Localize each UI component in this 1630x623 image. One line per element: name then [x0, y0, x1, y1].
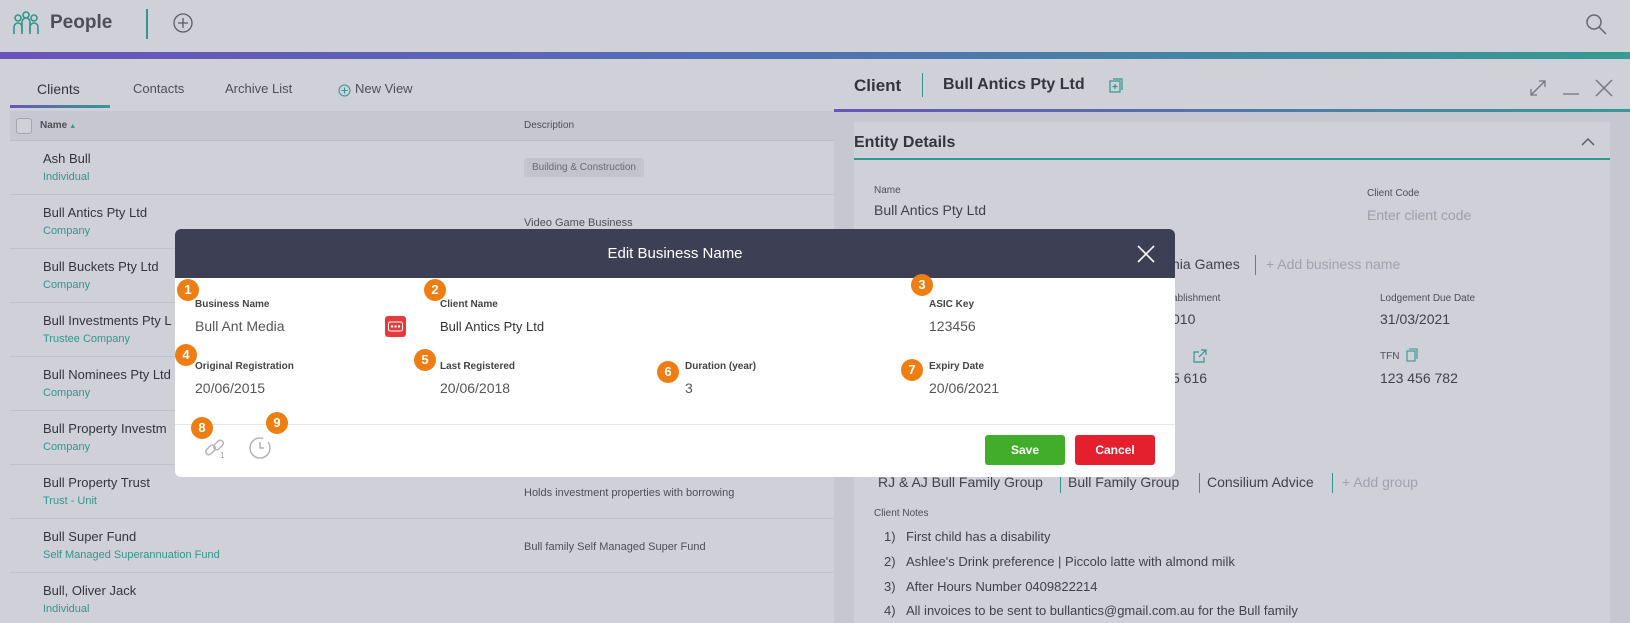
close-icon[interactable] [1137, 245, 1155, 263]
save-button[interactable]: Save [985, 435, 1065, 465]
expiry-date-input[interactable]: 20/06/2021 [929, 380, 999, 396]
business-name-label: Business Name [195, 299, 270, 310]
edit-business-name-dialog: Edit Business Name 1 Business Name Bull … [175, 229, 1175, 477]
asic-key-input[interactable]: 123456 [929, 318, 976, 334]
last-registered-label: Last Registered [440, 361, 516, 372]
cancel-button[interactable]: Cancel [1075, 435, 1155, 465]
callout-marker-2: 2 [424, 279, 446, 301]
callout-marker-4: 4 [175, 344, 197, 366]
expiry-date-label: Expiry Date [929, 361, 985, 372]
client-name-label: Client Name [440, 299, 498, 310]
duration-label: Duration (year) [685, 361, 757, 372]
callout-marker-3: 3 [911, 274, 933, 296]
callout-marker-5: 5 [414, 349, 436, 371]
client-name-value: Bull Antics Pty Ltd [440, 319, 545, 334]
callout-marker-9: 9 [266, 412, 288, 434]
dialog-header: Edit Business Name [175, 229, 1175, 278]
original-registration-label: Original Registration [195, 361, 294, 372]
business-name-input[interactable]: Bull Ant Media [195, 318, 285, 334]
timer-icon[interactable] [247, 434, 273, 460]
original-registration-input[interactable]: 20/06/2015 [195, 380, 265, 396]
callout-marker-7: 7 [901, 359, 923, 381]
link-count: 1 [220, 451, 225, 460]
dialog-title: Edit Business Name [607, 245, 743, 262]
more-options-button[interactable] [385, 316, 406, 337]
more-dots-icon [388, 321, 403, 332]
last-registered-input[interactable]: 20/06/2018 [440, 380, 510, 396]
duration-input[interactable]: 3 [685, 380, 693, 396]
dialog-divider [175, 424, 1175, 425]
callout-marker-6: 6 [657, 361, 679, 383]
asic-key-label: ASIC Key [929, 299, 975, 310]
callout-marker-1: 1 [177, 279, 199, 301]
